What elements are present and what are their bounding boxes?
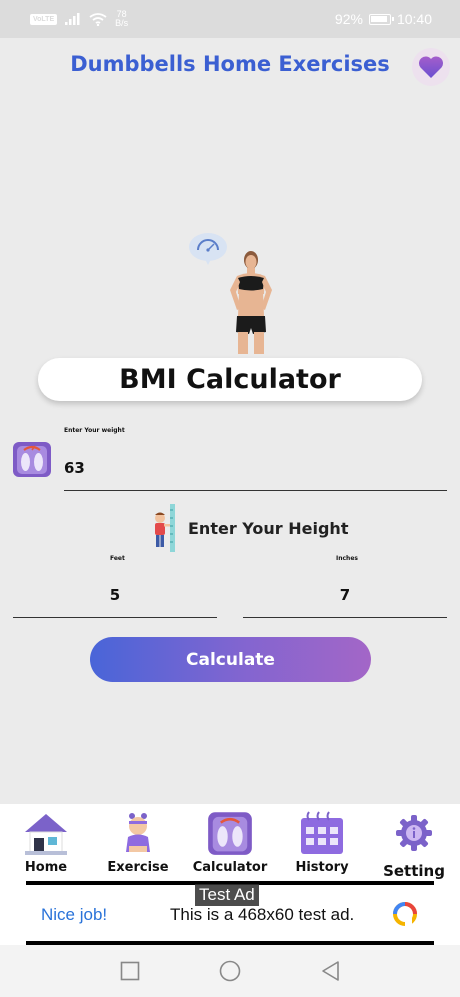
nav-label-exercise: Exercise [107,860,169,875]
app-title: Dumbbells Home Exercises [70,52,390,76]
wifi-icon [89,12,107,26]
calendar-icon [301,811,343,854]
circle-icon [219,960,241,982]
battery-percent: 92% [334,11,363,27]
house-icon [25,814,67,855]
inches-input[interactable] [243,572,447,618]
weight-label: Enter Your weight [64,427,125,434]
nav-label-home: Home [24,860,68,875]
scale-icon [208,812,252,855]
gear-icon [396,815,432,851]
heart-icon [418,56,444,78]
feet-input[interactable] [13,572,217,618]
scale-icon [13,442,51,477]
calculate-button[interactable]: Calculate [90,637,371,682]
ad-logo-icon [393,902,417,926]
height-header: Enter Your Height [150,504,348,552]
volte-badge: VoLTE [30,13,58,25]
back-button[interactable] [316,957,344,985]
battery-fill [370,15,387,22]
bottom-nav: Home Exercise Calculator History Setting [0,804,460,881]
nav-item-history[interactable]: History [278,810,366,875]
feet-label: Feet [110,555,125,562]
weight-input[interactable] [64,445,447,491]
nav-label-setting: Setting [383,862,445,880]
nav-label-history: History [295,860,349,875]
net-speed: 78 B/s [115,10,128,28]
square-icon [120,961,140,981]
fitness-model-illustration [189,233,272,354]
back-triangle-icon [322,961,339,981]
height-title: Enter Your Height [188,518,349,538]
height-measure-icon [155,504,175,552]
battery-icon [368,13,394,25]
ad-left-text: Nice job! [41,905,108,924]
nav-item-home[interactable]: Home [2,810,90,875]
exerciser-icon [126,813,150,852]
inches-label: Inches [336,555,358,562]
status-bar: VoLTE 78 B/s 92% 10:40 [0,0,460,38]
status-right: 92% 10:40 [335,11,432,27]
nav-item-exercise[interactable]: Exercise [94,810,182,875]
speedometer-icon [189,233,227,265]
bmi-calculator-banner: BMI Calculator [38,358,422,401]
recents-button[interactable] [116,957,144,985]
system-nav-bar [0,945,460,997]
favorite-button[interactable] [412,48,450,86]
nav-item-setting[interactable]: Setting [370,810,458,880]
test-ad-tag: Test Ad [195,884,259,906]
net-speed-unit: B/s [115,18,129,28]
nav-item-calculator[interactable]: Calculator [186,810,274,875]
nav-label-calculator: Calculator [192,860,268,875]
ad-right-text: This is a 468x60 test ad. [170,905,355,924]
signal-icon [65,13,80,25]
home-button[interactable] [216,957,244,985]
status-left: VoLTE 78 B/s [30,10,128,28]
status-time: 10:40 [396,11,432,27]
